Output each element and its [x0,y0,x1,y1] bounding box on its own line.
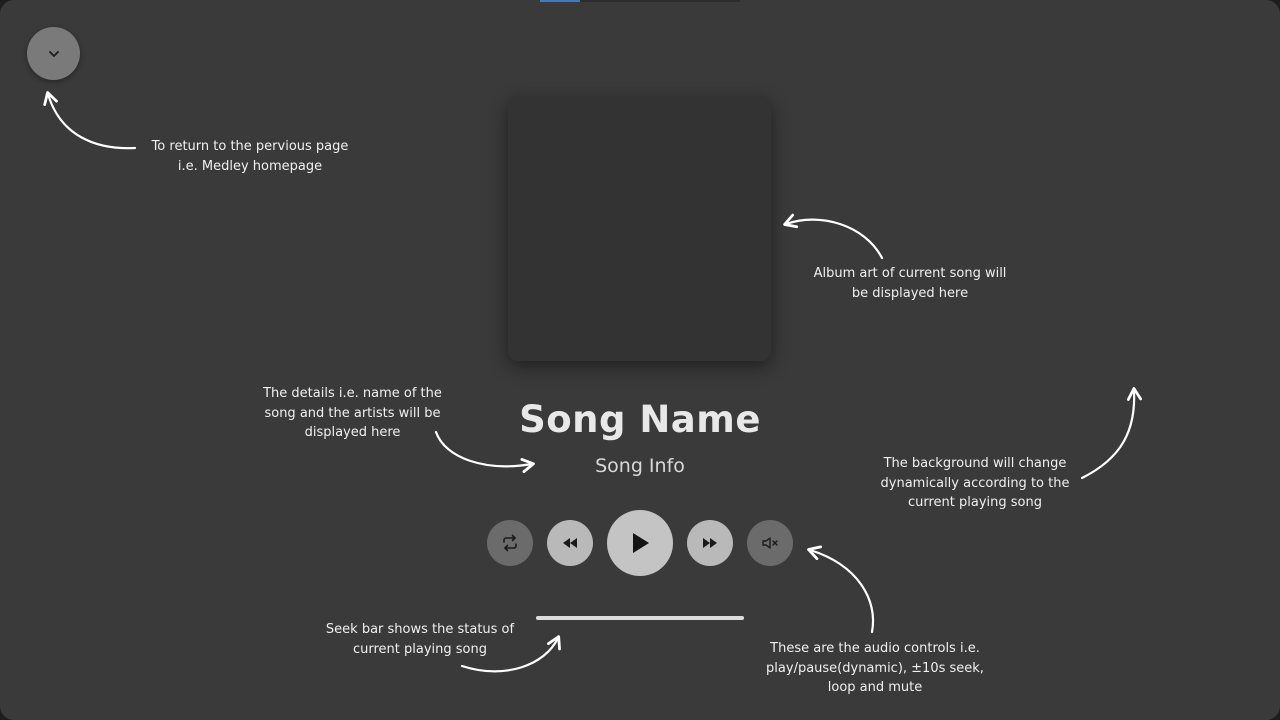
top-indicator [540,0,740,2]
annotation-line: current playing song [352,641,487,657]
play-pause-button[interactable] [607,510,673,576]
annotation-line: Seek bar shows the status of [325,622,515,637]
fast-forward-button[interactable] [687,520,733,566]
annotation-audio-controls: These are the audio controls i.e. play/p… [745,639,1005,698]
annotation-line: Album art of current song will [813,266,1007,281]
annotation-line: To return to the pervious page [151,139,349,154]
annotation-line: The background will change [883,456,1067,471]
loop-button[interactable] [487,520,533,566]
annotation-line: current playing song [907,495,1042,510]
album-art [508,96,771,361]
play-icon [633,533,649,553]
rewind-icon [563,538,577,548]
annotation-line: loop and mute [827,680,923,695]
song-info: Song Info [595,455,685,477]
back-button[interactable] [27,27,80,80]
arrow-to-audio-controls [807,545,875,634]
song-name: Song Name [519,398,761,441]
mute-icon [762,537,778,549]
annotation-line: The details i.e. name of the [263,386,442,401]
seek-bar[interactable] [536,616,744,620]
loop-icon [503,534,517,552]
annotation-line: These are the audio controls i.e. [770,641,980,656]
mute-button[interactable] [747,520,793,566]
annotation-back-button: To return to the pervious page i.e. Medl… [130,137,370,176]
arrow-to-back-button [43,91,137,150]
annotation-line: play/pause(dynamic), ±10s seek, [766,660,984,676]
arrow-to-album-art [783,213,884,260]
annotation-line: be displayed here [851,285,969,301]
annotation-background: The background will change dynamically a… [860,454,1090,513]
annotation-song-details: The details i.e. name of the song and th… [240,384,465,443]
chevron-down-icon [48,50,59,57]
fast-forward-icon [703,538,717,548]
annotation-line: displayed here [304,425,401,440]
rewind-button[interactable] [547,520,593,566]
top-indicator-active-segment [540,0,580,2]
annotation-album-art: Album art of current song will be displa… [790,264,1030,303]
annotation-line: song and the artists will be [264,405,441,421]
annotation-line: dynamically according to the [880,475,1070,491]
annotation-seek-bar: Seek bar shows the status of current pla… [300,620,540,659]
annotation-line: i.e. Medley homepage [177,158,323,174]
player-screen: Song Name Song Info To return to the per… [0,0,1280,720]
